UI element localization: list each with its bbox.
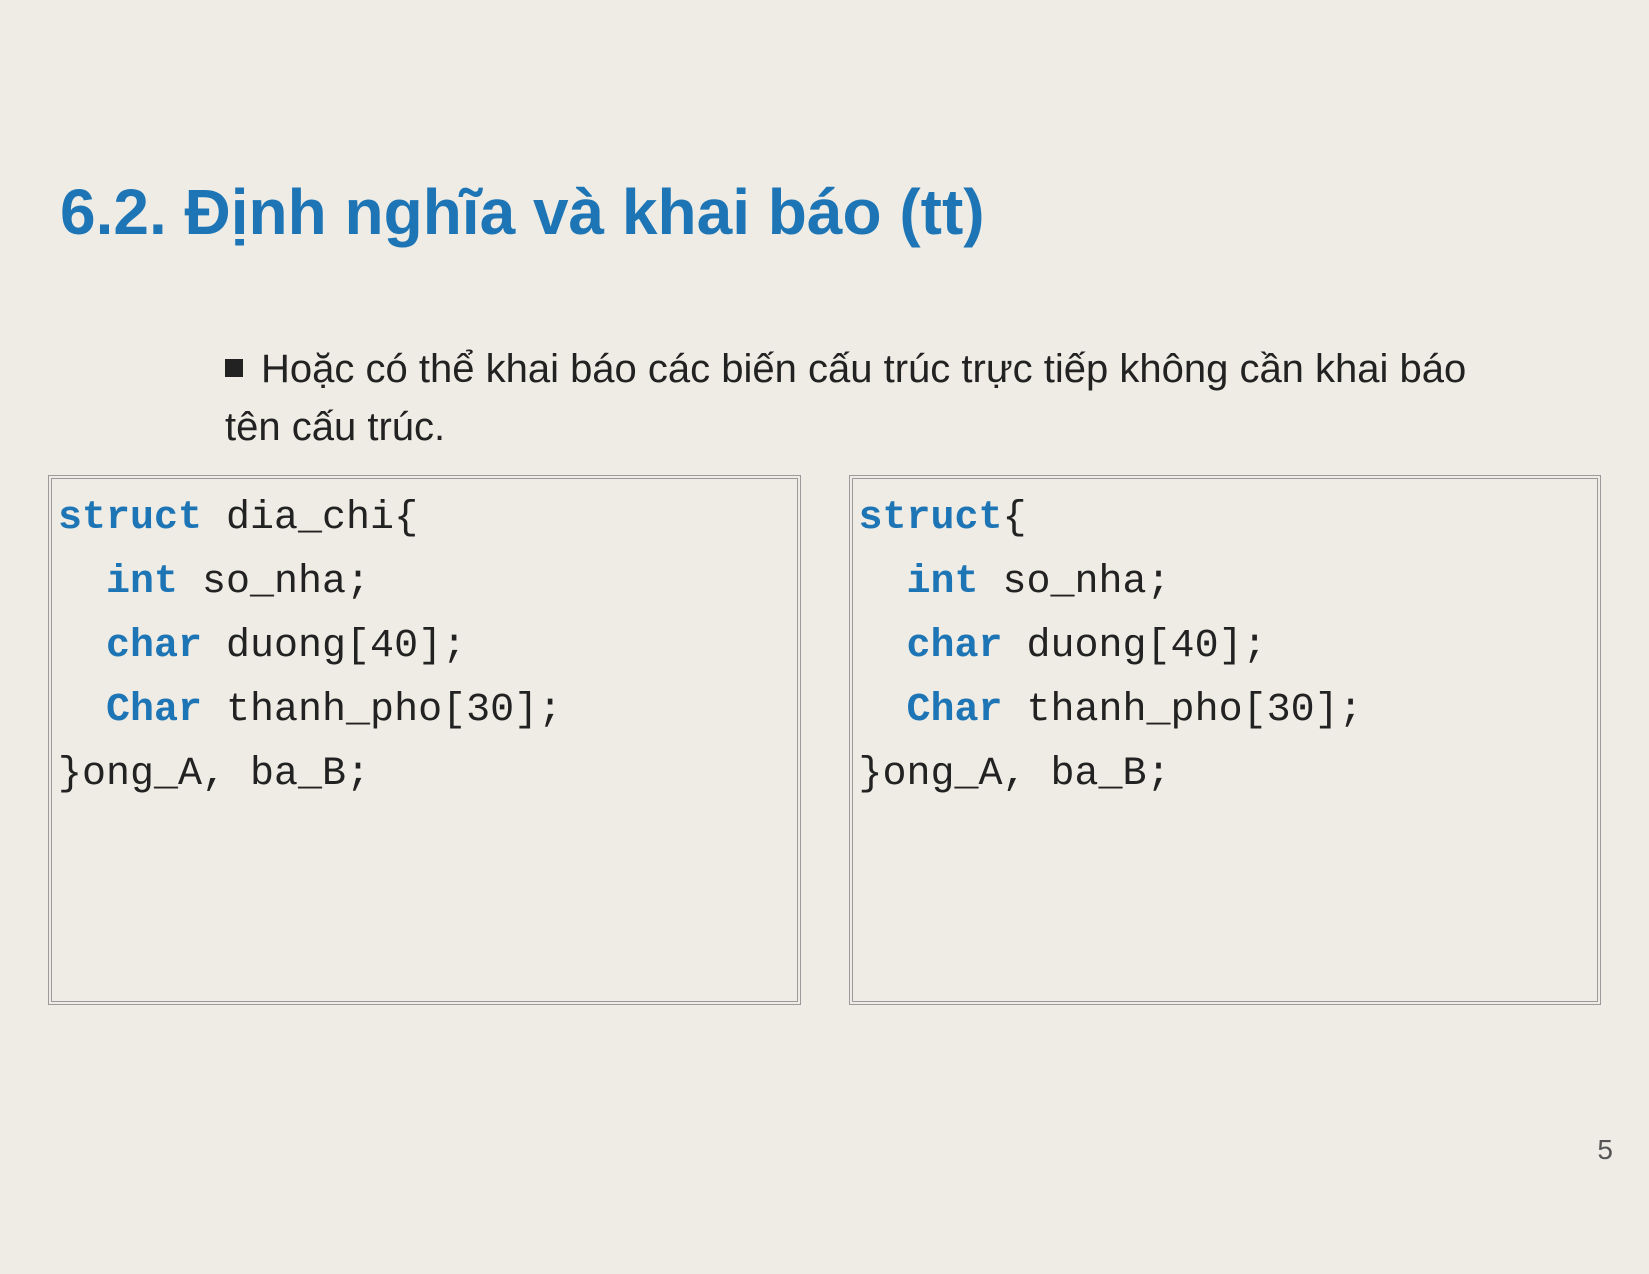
keyword-char: char (106, 624, 202, 669)
keyword-char: Char (907, 688, 1003, 733)
slide: 6.2. Định nghĩa và khai báo (tt) Hoặc có… (0, 0, 1649, 1274)
code-text: }ong_A, ba_B; (859, 752, 1171, 797)
code-row: struct dia_chi{ int so_nha; char duong[4… (48, 475, 1601, 1005)
keyword-struct: struct (859, 496, 1003, 541)
bullet-item: Hoặc có thể khai báo các biến cấu trúc t… (225, 340, 1515, 456)
slide-title: 6.2. Định nghĩa và khai báo (tt) (60, 175, 985, 249)
code-text: so_nha; (178, 560, 370, 605)
code-right: struct{ int so_nha; char duong[40]; Char… (859, 487, 1592, 807)
code-text: dia_chi{ (202, 496, 418, 541)
code-box-left: struct dia_chi{ int so_nha; char duong[4… (48, 475, 801, 1005)
keyword-char: Char (106, 688, 202, 733)
bullet-text: Hoặc có thể khai báo các biến cấu trúc t… (225, 347, 1466, 449)
code-text: }ong_A, ba_B; (58, 752, 370, 797)
keyword-char: char (907, 624, 1003, 669)
page-number: 5 (1597, 1134, 1613, 1166)
code-text: duong[40]; (1003, 624, 1267, 669)
code-text: { (1003, 496, 1027, 541)
code-text: so_nha; (979, 560, 1171, 605)
code-text: thanh_pho[30]; (1003, 688, 1363, 733)
keyword-int: int (907, 560, 979, 605)
code-text: duong[40]; (202, 624, 466, 669)
keyword-int: int (106, 560, 178, 605)
code-text: thanh_pho[30]; (202, 688, 562, 733)
keyword-struct: struct (58, 496, 202, 541)
code-left: struct dia_chi{ int so_nha; char duong[4… (58, 487, 791, 807)
code-box-right: struct{ int so_nha; char duong[40]; Char… (849, 475, 1602, 1005)
square-bullet-icon (225, 359, 243, 377)
